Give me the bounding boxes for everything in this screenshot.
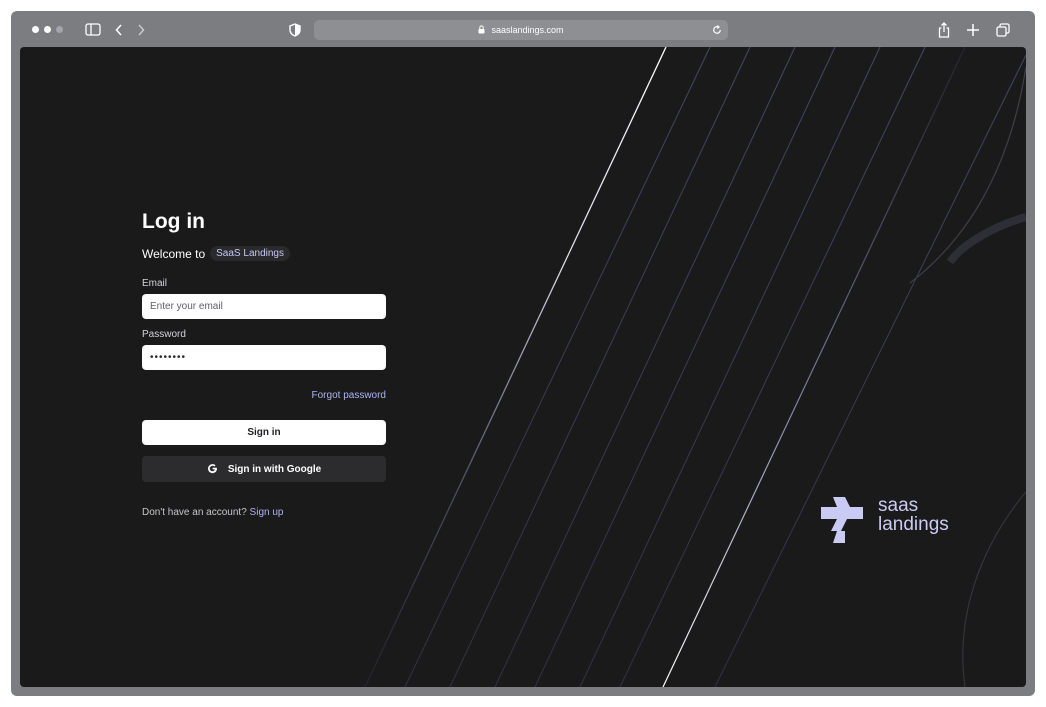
brand-wordmark: saas landings (878, 496, 949, 534)
plus-icon[interactable] (965, 21, 981, 38)
email-field[interactable]: Enter your email (142, 294, 386, 319)
reload-icon[interactable] (709, 20, 725, 40)
password-label: Password (142, 329, 186, 340)
browser-window: saaslandings.com Log in Welcome to SaaS … (11, 11, 1035, 696)
signup-row: Don't have an account? Sign up (142, 507, 386, 519)
signup-prompt: Don't have an account? (142, 507, 247, 518)
sidebar-icon[interactable] (85, 22, 101, 37)
tabs-overview-icon[interactable] (995, 21, 1011, 38)
chevron-right-icon[interactable] (135, 22, 147, 37)
sign-up-link[interactable]: Sign up (250, 507, 284, 518)
welcome-line: Welcome to SaaS Landings (142, 245, 386, 262)
brand-line-1: saas (878, 495, 919, 516)
google-sign-in-label: Sign in with Google (227, 463, 322, 475)
brand-badge: SaaS Landings (210, 246, 290, 261)
sign-in-label: Sign in (247, 427, 281, 438)
chevron-left-icon[interactable] (113, 22, 125, 37)
url-text: saaslandings.com (491, 25, 564, 35)
zoom-window-button[interactable] (56, 26, 63, 33)
forgot-password-link[interactable]: Forgot password (142, 390, 386, 402)
welcome-text: Welcome to (142, 246, 206, 261)
browser-toolbar: saaslandings.com (11, 11, 1035, 48)
shield-icon[interactable] (288, 22, 302, 37)
email-placeholder: Enter your email (150, 301, 223, 312)
email-label: Email (142, 278, 168, 289)
sign-in-button[interactable]: Sign in (142, 420, 386, 445)
google-g-icon (207, 462, 218, 477)
password-field[interactable]: •••••••• (142, 345, 386, 370)
address-bar[interactable]: saaslandings.com (314, 20, 728, 40)
minimize-window-button[interactable] (44, 26, 51, 33)
page-title: Log in (142, 210, 205, 233)
password-value: •••••••• (150, 352, 187, 363)
google-sign-in-button[interactable]: Sign in with Google (142, 456, 386, 482)
brand-line-2: landings (878, 514, 949, 535)
saas-landings-logo-icon (821, 497, 863, 543)
brand-logo: saas landings (817, 489, 967, 543)
share-icon[interactable] (937, 21, 951, 38)
lock-icon (478, 24, 485, 36)
login-form: Log in Welcome to SaaS Landings Email En… (142, 209, 386, 519)
close-window-button[interactable] (32, 26, 39, 33)
login-page: Log in Welcome to SaaS Landings Email En… (20, 47, 1026, 687)
